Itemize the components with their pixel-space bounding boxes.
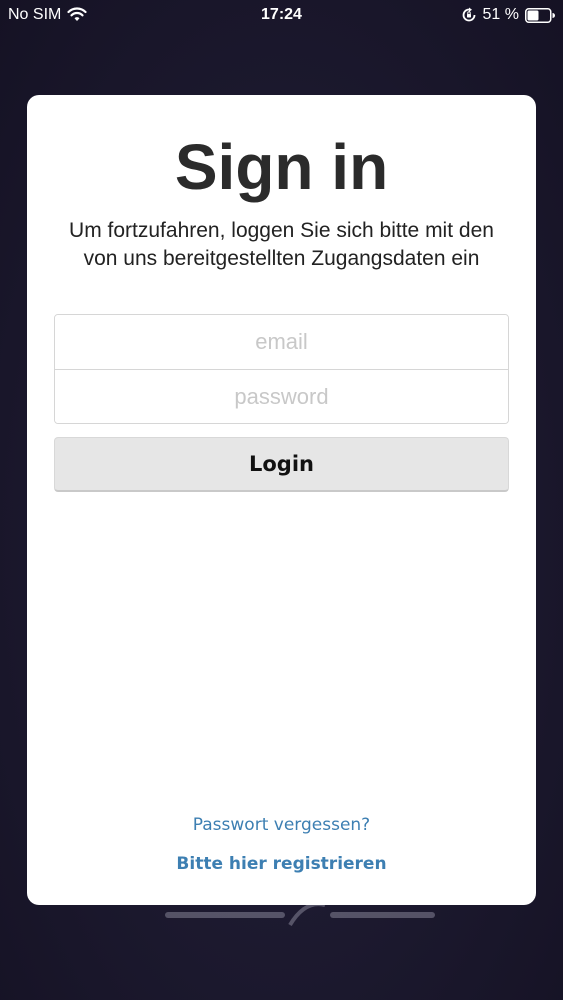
- status-bar: No SIM 17:24 51 %: [0, 0, 563, 30]
- rotation-lock-icon: [461, 7, 477, 23]
- login-button[interactable]: Login: [54, 437, 509, 492]
- password-field[interactable]: [55, 370, 508, 423]
- login-instructions: Um fortzufahren, loggen Sie sich bitte m…: [69, 219, 494, 270]
- credentials-group: [54, 314, 509, 424]
- email-field[interactable]: [55, 315, 508, 369]
- status-right: 51 %: [461, 6, 555, 24]
- battery-percent: 51 %: [482, 6, 519, 23]
- login-card: Sign in Um fortzufahren, loggen Sie sich…: [27, 95, 536, 905]
- register-link[interactable]: Bitte hier registrieren: [27, 854, 536, 874]
- battery-icon: [525, 7, 555, 23]
- forgot-password-link[interactable]: Passwort vergessen?: [27, 815, 536, 835]
- page-title: Sign in: [174, 131, 389, 203]
